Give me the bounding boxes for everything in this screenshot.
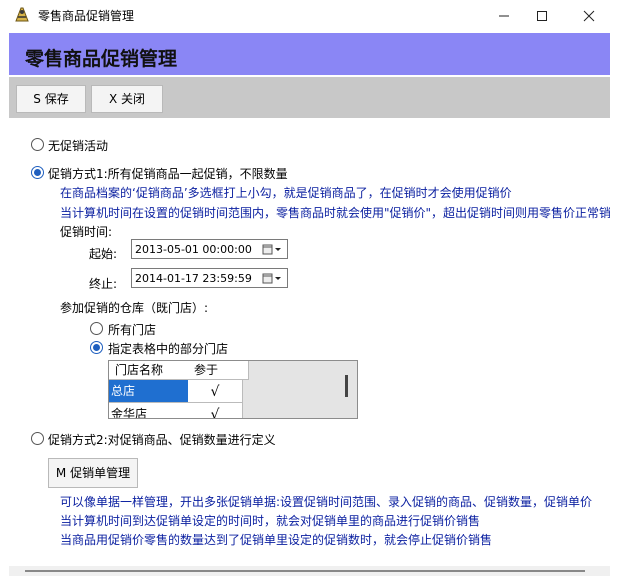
participate-check[interactable]: √ bbox=[188, 380, 243, 403]
table-row[interactable]: 金华店 bbox=[109, 403, 190, 418]
mode2-description-3: 当商品用促销价零售的数量达到了促销单里设定的促销数时，就会停止促销价销售 bbox=[60, 533, 493, 547]
mode2-label: 促销方式2:对促销商品、促销数量进行定义 bbox=[48, 433, 276, 447]
mode1-label: 促销方式1:所有促销商品一起促销，不限数量 bbox=[48, 167, 288, 181]
maximize-icon bbox=[537, 10, 547, 21]
mode2-description-1: 可以像单据一样管理，开出多张促销单据:设置促销时间范围、录入促销的商品、促销数量… bbox=[60, 495, 593, 509]
end-datetime-field[interactable]: 2014-01-17 23:59:59 bbox=[131, 268, 288, 288]
end-label: 终止: bbox=[89, 277, 118, 291]
scrollbar-thumb[interactable] bbox=[25, 570, 585, 572]
grid-header-store-name: 门店名称 bbox=[109, 361, 194, 380]
minimize-icon bbox=[499, 15, 509, 16]
close-icon bbox=[583, 10, 595, 21]
end-datetime-value: 2014-01-17 23:59:59 bbox=[135, 272, 252, 285]
selected-stores-label: 指定表格中的部分门店 bbox=[108, 342, 229, 356]
promotion-period-label: 促销时间: bbox=[60, 225, 113, 239]
store-grid[interactable]: 门店名称 参于 总店 √ 金华店 √ bbox=[108, 360, 358, 419]
promotion-order-button[interactable]: M 促销单管理 bbox=[48, 458, 138, 488]
mode1-description-1: 在商品档案的‘促销商品’多选框打上小勾，就是促销商品了，在促销时才会使用促销价 bbox=[60, 186, 512, 200]
calendar-dropdown-icon[interactable] bbox=[261, 240, 283, 265]
radio-all-stores[interactable] bbox=[90, 322, 103, 335]
radio-mode1[interactable] bbox=[31, 166, 44, 179]
maximize-button[interactable] bbox=[519, 0, 565, 31]
save-button[interactable]: S 保存 bbox=[16, 85, 86, 113]
close-window-button[interactable] bbox=[566, 0, 612, 31]
mode1-description-2: 当计算机时间在设置的促销时间范围内，零售商品时就会使用"促销价"，超出促销时间则… bbox=[60, 206, 610, 220]
start-datetime-field[interactable]: 2013-05-01 00:00:00 bbox=[131, 239, 288, 259]
grid-header-participate: 参于 bbox=[188, 361, 249, 380]
radio-mode2[interactable] bbox=[31, 432, 44, 445]
radio-selected-stores[interactable] bbox=[90, 341, 103, 354]
start-label: 起始: bbox=[89, 247, 118, 261]
mode2-description-2: 当计算机时间到达促销单设定的时间时，就会对促销单里的商品进行促销价销售 bbox=[60, 514, 481, 528]
page-title: 零售商品促销管理 bbox=[25, 48, 178, 70]
calendar-dropdown-icon[interactable] bbox=[261, 269, 283, 294]
radio-no-promotion[interactable] bbox=[31, 138, 44, 151]
close-button[interactable]: X 关闭 bbox=[91, 85, 163, 113]
no-promotion-label: 无促销活动 bbox=[48, 139, 109, 153]
horizontal-scrollbar[interactable] bbox=[9, 566, 610, 576]
window-title: 零售商品促销管理 bbox=[38, 9, 135, 23]
app-icon bbox=[13, 6, 31, 24]
table-row[interactable]: 总店 bbox=[109, 380, 190, 403]
all-stores-label: 所有门店 bbox=[108, 323, 157, 337]
grid-scrollbar-thumb[interactable] bbox=[345, 375, 348, 397]
start-datetime-value: 2013-05-01 00:00:00 bbox=[135, 243, 252, 256]
warehouse-label: 参加促销的仓库（既门店）: bbox=[60, 301, 209, 315]
participate-check[interactable]: √ bbox=[188, 403, 243, 418]
